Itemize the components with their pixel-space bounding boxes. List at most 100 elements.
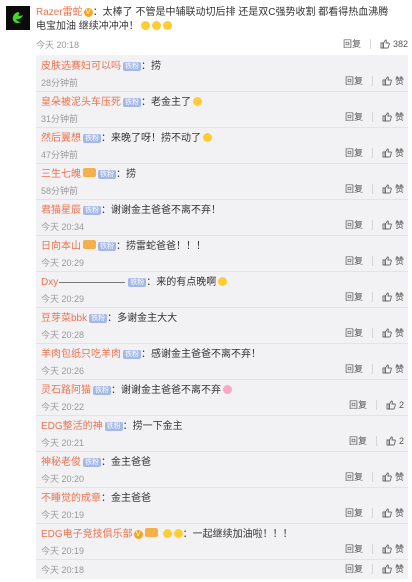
timestamp: 今天 20:29 — [41, 294, 85, 304]
reply-button[interactable]: 回复 — [345, 326, 363, 339]
username-link[interactable]: 然后翼想 — [41, 133, 81, 144]
username-link[interactable]: Dxy — [41, 277, 58, 288]
username-link[interactable]: 皇朵被泥头车压死 — [41, 97, 121, 108]
timestamp: 今天 20:18 — [41, 565, 85, 575]
reply-button[interactable]: 回复 — [345, 470, 363, 483]
reply-actions: 回复 2 — [349, 434, 404, 447]
like-button[interactable]: 2 — [386, 400, 404, 410]
divider — [371, 543, 373, 554]
thumb-up-icon — [380, 39, 390, 48]
reply-item: 皮肤选赛妇可以吗 铁粉 ：捞 28分钟前 回复 赞 — [36, 55, 408, 92]
like-button[interactable]: 赞 — [382, 470, 404, 483]
medal-icon — [83, 240, 96, 249]
main-comment: Razer雷蛇 V ：太棒了 不管是中辅联动切后排 还是双C强势收割 都看得热血沸腾… — [0, 0, 412, 52]
reply-text: ：一起继续加油啦！！！ — [182, 529, 293, 540]
divider — [371, 75, 373, 86]
like-button[interactable]: 赞 — [382, 562, 404, 575]
like-button[interactable]: 赞 — [382, 218, 404, 231]
username-link[interactable]: 三生七魄 — [41, 169, 81, 180]
like-count: 赞 — [394, 328, 404, 338]
like-button[interactable]: 赞 — [382, 506, 404, 519]
divider — [371, 327, 373, 338]
like-button[interactable]: 赞 — [382, 146, 404, 159]
reply-item: 君猫星辰 铁粉 ：谢谢金主爸爸不离不弃！ 今天 20:34 回复 赞 — [36, 199, 408, 236]
like-button[interactable]: 赞 — [382, 254, 404, 267]
reply-text: ：金主爸爸 — [101, 493, 151, 504]
comment-text: ：太棒了 不管是中辅联动切后排 还是双C强势收割 都看得热血沸腾 — [92, 7, 389, 18]
like-button[interactable]: 赞 — [382, 110, 404, 123]
reply-button[interactable]: 回复 — [345, 218, 363, 231]
like-button[interactable]: 赞 — [382, 74, 404, 87]
like-count: 赞 — [394, 564, 404, 574]
username-link[interactable]: 日向本山 — [41, 241, 81, 252]
emoji-icon — [203, 133, 212, 142]
username-link[interactable]: 不睡觉的成章 — [41, 493, 101, 504]
reply-button[interactable]: 回复 — [345, 362, 363, 375]
reply-actions: 回复 赞 — [345, 254, 404, 267]
like-button[interactable]: 赞 — [382, 326, 404, 339]
thumb-up-icon — [382, 112, 392, 121]
reply-text: ：感谢金主爸爸不离不弃！ — [141, 349, 261, 360]
like-count: 2 — [398, 399, 404, 410]
reply-item: 豆芽菜bbk 铁粉 ：多谢金主大大 今天 20:28 回复 赞 — [36, 307, 408, 344]
timestamp: 今天 20:34 — [41, 222, 85, 232]
reply-item: 三生七魄 铁粉 ：捞 58分钟前 回复 赞 — [36, 163, 408, 200]
timestamp: 今天 20:21 — [41, 438, 85, 448]
avatar[interactable] — [6, 6, 30, 30]
like-button[interactable]: 赞 — [382, 290, 404, 303]
reply-button[interactable]: 回复 — [345, 182, 363, 195]
username-link[interactable]: 神秘老俊 — [41, 457, 81, 468]
divider — [371, 255, 373, 266]
divider — [369, 38, 371, 49]
like-button[interactable]: 赞 — [382, 362, 404, 375]
reply-button[interactable]: 回复 — [345, 506, 363, 519]
reply-button[interactable]: 回复 — [349, 398, 367, 411]
thumb-up-icon — [382, 256, 392, 265]
reply-actions: 回复 2 — [349, 398, 404, 411]
reply-text: ：来的有点晚啊 — [146, 277, 217, 288]
like-count: 赞 — [394, 544, 404, 554]
like-button[interactable]: 382 — [380, 39, 408, 49]
reply-actions: 回复 赞 — [345, 542, 404, 555]
username-link[interactable]: 灵石路阿猫 — [41, 385, 91, 396]
reply-button[interactable]: 回复 — [345, 146, 363, 159]
timestamp: 今天 20:22 — [41, 402, 85, 412]
like-button[interactable]: 赞 — [382, 542, 404, 555]
username-link[interactable]: 皮肤选赛妇可以吗 — [41, 61, 121, 72]
timestamp: 今天 20:19 — [41, 546, 85, 556]
username-link[interactable]: EDG电子竞技俱乐部 — [41, 529, 133, 540]
reply-item-partial: 今天 20:18 回复 赞 — [36, 559, 408, 579]
reply-button[interactable]: 回复 — [345, 110, 363, 123]
reply-actions: 回复 赞 — [345, 506, 404, 519]
reply-button[interactable]: 回复 — [345, 290, 363, 303]
reply-actions: 回复 赞 — [345, 470, 404, 483]
timestamp: 28分钟前 — [41, 78, 79, 88]
reply-button[interactable]: 回复 — [345, 254, 363, 267]
username-link[interactable]: 君猫星辰 — [41, 205, 81, 216]
username-link[interactable]: 羊肉包纸只吃羊肉 — [41, 349, 121, 360]
like-count: 赞 — [394, 148, 404, 158]
username-link[interactable]: Razer雷蛇 — [36, 7, 83, 18]
reply-actions: 回复 赞 — [345, 362, 404, 375]
divider — [371, 563, 373, 574]
username-underline — [59, 282, 126, 283]
reply-button[interactable]: 回复 — [345, 74, 363, 87]
reply-item: 神秘老俊 铁粉 ：金主爸爸 今天 20:20 回复 赞 — [36, 451, 408, 488]
reply-button[interactable]: 回复 — [345, 562, 363, 575]
main-comment-text-block: Razer雷蛇 V ：太棒了 不管是中辅联动切后排 还是双C强势收割 都看得热血沸腾… — [36, 6, 406, 34]
reply-item: 灵石路阿猫 铁粉 ：谢谢金主爸爸不离不弃 今天 20:22 回复 2 — [36, 379, 408, 416]
reply-button[interactable]: 回复 — [343, 37, 361, 50]
like-count: 赞 — [394, 256, 404, 266]
username-link[interactable]: 豆芽菜bbk — [41, 313, 87, 324]
reply-text: ：金主爸爸 — [101, 457, 151, 468]
divider — [371, 111, 373, 122]
divider — [371, 219, 373, 230]
reply-actions: 回复 赞 — [345, 218, 404, 231]
like-button[interactable]: 2 — [386, 436, 404, 446]
username-link[interactable]: EDG整活的神 — [41, 421, 103, 432]
reply-button[interactable]: 回复 — [345, 542, 363, 555]
thumb-up-icon — [382, 76, 392, 85]
like-count: 382 — [392, 38, 408, 49]
like-button[interactable]: 赞 — [382, 182, 404, 195]
reply-button[interactable]: 回复 — [349, 434, 367, 447]
